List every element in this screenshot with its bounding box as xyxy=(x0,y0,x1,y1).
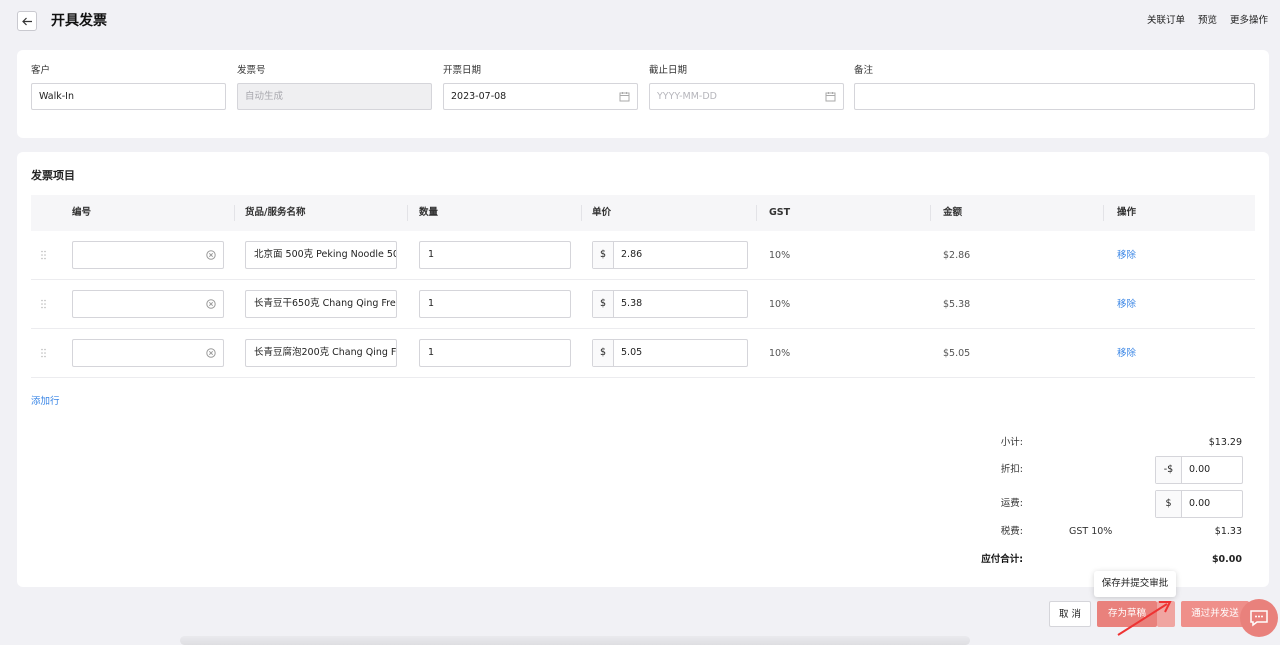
currency-prefix: $ xyxy=(593,242,614,268)
item-name-input[interactable]: 长青豆干650克 Chang Qing Fresh xyxy=(245,290,397,318)
header-actions: 关联订单 预览 更多操作 xyxy=(1147,14,1268,28)
item-gst: 10% xyxy=(769,299,791,310)
remove-row-link[interactable]: 移除 xyxy=(1117,250,1136,261)
due-date-label: 截止日期 xyxy=(649,65,688,76)
tax-name: GST 10% xyxy=(1069,526,1113,537)
total-value: $0.00 xyxy=(1211,554,1242,565)
clear-circle-icon[interactable] xyxy=(206,348,216,358)
table-row: 长青豆腐泡200克 Chang Qing Fried 1 $ 5.05 10% … xyxy=(31,329,1255,378)
arrow-left-icon xyxy=(21,17,32,25)
remove-row-link[interactable]: 移除 xyxy=(1117,299,1136,310)
more-actions-button[interactable]: 更多操作 xyxy=(1230,14,1268,28)
item-amount: $2.86 xyxy=(943,250,971,261)
total-label: 应付合计: xyxy=(981,554,1023,565)
approve-send-button[interactable]: 通过并发送 xyxy=(1181,601,1249,627)
item-gst: 10% xyxy=(769,348,791,359)
discount-input[interactable]: -$ 0.00 xyxy=(1155,456,1243,484)
page-title: 开具发票 xyxy=(51,13,107,29)
item-price-input[interactable]: $ 5.05 xyxy=(592,339,748,367)
note-label: 备注 xyxy=(854,65,874,76)
item-price-input[interactable]: $ 2.86 xyxy=(592,241,748,269)
discount-value: 0.00 xyxy=(1189,464,1211,475)
item-amount: $5.05 xyxy=(943,348,971,359)
item-code-input[interactable] xyxy=(72,241,224,269)
item-name-input[interactable]: 长青豆腐泡200克 Chang Qing Fried xyxy=(245,339,397,367)
issue-date-field[interactable]: 2023-07-08 xyxy=(443,83,638,110)
due-date-placeholder: YYYY-MM-DD xyxy=(657,91,717,102)
currency-prefix: $ xyxy=(593,340,614,366)
tax-value: $1.33 xyxy=(1214,526,1242,537)
item-price-value: 5.38 xyxy=(621,298,643,309)
subtotal-value: $13.29 xyxy=(1208,437,1242,448)
column-gst: GST xyxy=(769,207,791,218)
invoice-number-label: 发票号 xyxy=(237,65,266,76)
cancel-button[interactable]: 取 消 xyxy=(1049,601,1091,627)
shipping-input[interactable]: $ 0.00 xyxy=(1155,490,1243,518)
column-qty: 数量 xyxy=(419,207,439,218)
item-price-input[interactable]: $ 5.38 xyxy=(592,290,748,318)
note-field[interactable] xyxy=(854,83,1255,110)
shipping-prefix: $ xyxy=(1156,491,1182,517)
drag-handle-icon[interactable] xyxy=(41,250,46,260)
calendar-icon xyxy=(825,92,836,102)
discount-prefix: -$ xyxy=(1156,457,1182,483)
back-button[interactable] xyxy=(17,11,37,31)
discount-label: 折扣: xyxy=(1000,464,1023,475)
item-name-input[interactable]: 北京面 500克 Peking Noodle 500g xyxy=(245,241,397,269)
drag-handle-icon[interactable] xyxy=(41,299,46,309)
item-qty-input[interactable]: 1 xyxy=(419,241,571,269)
invoice-items-card: 发票项目 编号 货品/服务名称 数量 单价 GST 金额 操作 北京面 500克… xyxy=(17,152,1269,587)
bottom-shadow xyxy=(180,636,970,645)
issue-date-value: 2023-07-08 xyxy=(451,91,507,102)
item-price-value: 2.86 xyxy=(621,249,643,260)
customer-field[interactable]: Walk-In xyxy=(31,83,226,110)
invoice-header-card: 客户 Walk-In 发票号 自动生成 开票日期 2023-07-08 截止日期… xyxy=(17,50,1269,138)
subtotal-label: 小计: xyxy=(1000,437,1023,448)
annotation-arrow-icon xyxy=(1117,601,1172,636)
preview-button[interactable]: 预览 xyxy=(1198,14,1217,28)
item-code-input[interactable] xyxy=(72,290,224,318)
calendar-icon xyxy=(619,92,630,102)
column-amount: 金额 xyxy=(943,207,963,218)
customer-label: 客户 xyxy=(31,65,51,76)
issue-date-label: 开票日期 xyxy=(443,65,482,76)
link-order-button[interactable]: 关联订单 xyxy=(1147,14,1185,28)
column-code: 编号 xyxy=(72,207,92,218)
item-qty-input[interactable]: 1 xyxy=(419,339,571,367)
currency-prefix: $ xyxy=(593,291,614,317)
clear-circle-icon[interactable] xyxy=(206,299,216,309)
column-price: 单价 xyxy=(592,207,612,218)
column-name: 货品/服务名称 xyxy=(245,207,306,218)
shipping-label: 运费: xyxy=(1000,498,1023,509)
table-row: 北京面 500克 Peking Noodle 500g 1 $ 2.86 10%… xyxy=(31,231,1255,280)
items-section-title: 发票项目 xyxy=(31,169,75,182)
due-date-field[interactable]: YYYY-MM-DD xyxy=(649,83,844,110)
remove-row-link[interactable]: 移除 xyxy=(1117,348,1136,359)
shipping-value: 0.00 xyxy=(1189,498,1211,509)
table-row: 长青豆干650克 Chang Qing Fresh 1 $ 5.38 10% $… xyxy=(31,280,1255,329)
invoice-number-field: 自动生成 xyxy=(237,83,432,110)
tax-label: 税费: xyxy=(1000,526,1023,537)
chat-button[interactable] xyxy=(1240,599,1278,637)
item-qty-input[interactable]: 1 xyxy=(419,290,571,318)
column-actions: 操作 xyxy=(1117,207,1137,218)
top-bar: 开具发票 关联订单 预览 更多操作 xyxy=(0,0,1280,42)
drag-handle-icon[interactable] xyxy=(41,348,46,358)
items-table-header: 编号 货品/服务名称 数量 单价 GST 金额 操作 xyxy=(31,195,1255,231)
item-gst: 10% xyxy=(769,250,791,261)
clear-circle-icon[interactable] xyxy=(206,250,216,260)
add-row-link[interactable]: 添加行 xyxy=(31,393,60,407)
submit-approval-popover-option[interactable]: 保存并提交审批 xyxy=(1094,571,1176,597)
item-price-value: 5.05 xyxy=(621,347,643,358)
item-amount: $5.38 xyxy=(943,299,971,310)
chat-icon xyxy=(1250,610,1268,627)
item-code-input[interactable] xyxy=(72,339,224,367)
